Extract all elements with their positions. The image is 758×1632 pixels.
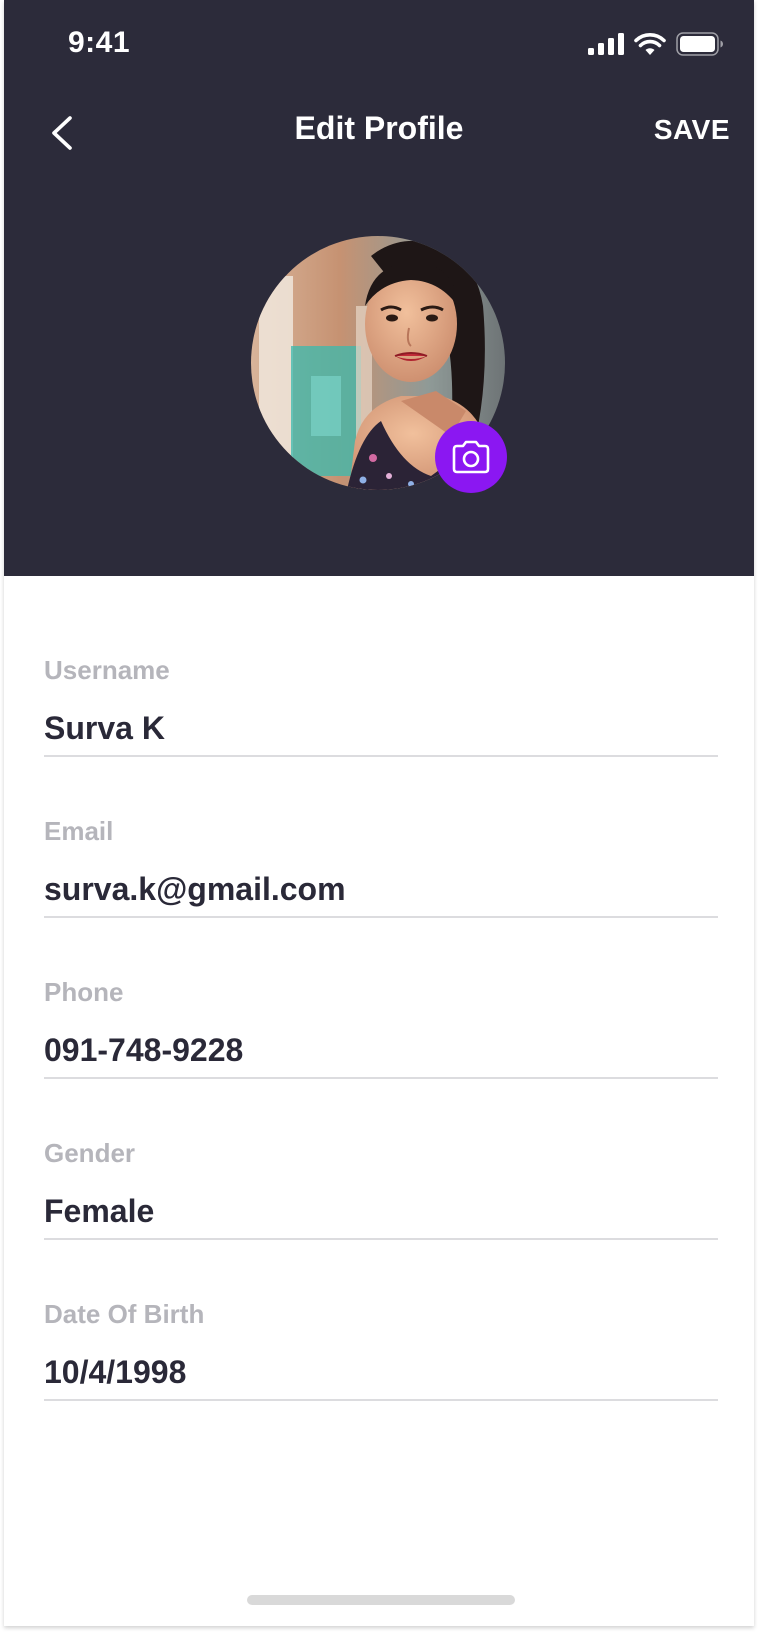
status-time: 9:41	[68, 26, 131, 59]
date-of-birth-field: Date Of Birth	[44, 1299, 718, 1460]
date-of-birth-label: Date Of Birth	[44, 1299, 205, 1329]
username-underline	[44, 755, 718, 757]
email-input[interactable]	[44, 871, 718, 908]
username-label: Username	[44, 655, 170, 685]
email-field: Email	[44, 816, 718, 977]
change-photo-button[interactable]	[435, 421, 507, 493]
home-indicator[interactable]	[247, 1595, 515, 1605]
page-title: Edit Profile	[294, 110, 464, 146]
wifi-icon	[634, 33, 666, 55]
phone-field: Phone	[44, 977, 718, 1138]
status-icons	[588, 32, 724, 56]
gender-field: Gender	[44, 1138, 718, 1299]
phone-label: Phone	[44, 977, 124, 1007]
username-field: Username	[44, 655, 718, 816]
save-button[interactable]: SAVE	[654, 114, 730, 146]
date-of-birth-underline	[44, 1399, 718, 1401]
gender-input[interactable]	[44, 1193, 718, 1230]
battery-icon	[676, 32, 723, 56]
signal-icon	[588, 33, 624, 55]
profile-header: 9:41 Edit Profile SAVE	[4, 0, 754, 576]
email-label: Email	[44, 816, 114, 846]
phone-screen: 9:41 Edit Profile SAVE Username Surva K …	[4, 0, 754, 1626]
phone-input[interactable]	[44, 1032, 718, 1069]
camera-icon	[452, 440, 490, 474]
phone-underline	[44, 1077, 718, 1079]
username-input[interactable]	[44, 710, 718, 747]
email-underline	[44, 916, 718, 918]
profile-form: Username Email Phone Gender Date Of Birt…	[44, 655, 718, 1460]
date-of-birth-input[interactable]	[44, 1354, 718, 1391]
gender-label: Gender	[44, 1138, 136, 1168]
gender-underline	[44, 1238, 718, 1240]
